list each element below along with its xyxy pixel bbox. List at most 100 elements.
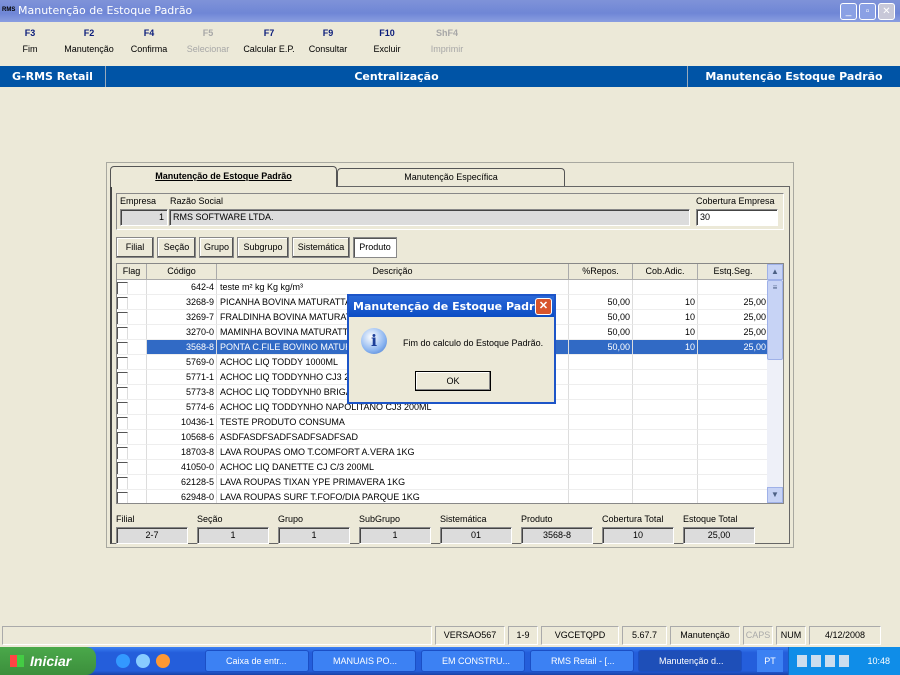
table-row[interactable]: 10568-6 ASDFASDFSADFSADFSADFSAD — [117, 430, 769, 445]
cobertura-empresa-input[interactable]: 30 — [696, 209, 778, 226]
flag-cell — [117, 475, 147, 490]
status-panel: 5.67.7 — [622, 626, 667, 645]
table-row[interactable]: 18703-8 LAVA ROUPAS OMO T.COMFORT A.VERA … — [117, 445, 769, 460]
flag-cell — [117, 295, 147, 310]
flag-checkbox[interactable] — [117, 312, 128, 324]
app-icon: RMS — [2, 7, 16, 13]
scroll-thumb[interactable]: ≡ — [767, 280, 783, 360]
dialog-close-button[interactable]: ✕ — [535, 298, 552, 315]
media-player-icon[interactable] — [156, 654, 170, 668]
column-header[interactable]: Estq.Seg. — [698, 264, 769, 280]
summary-field-cobertura-total: 10 — [602, 527, 674, 544]
repos-cell: 50,00 — [569, 325, 633, 340]
estq-seg-cell — [698, 280, 769, 295]
flag-cell — [117, 415, 147, 430]
cob-adic-cell: 10 — [633, 340, 698, 355]
flag-checkbox[interactable] — [117, 372, 128, 384]
estq-seg-cell — [698, 355, 769, 370]
toolbar-button-f10[interactable]: F10 Excluir — [357, 26, 417, 56]
flag-checkbox[interactable] — [117, 357, 128, 369]
descricao-cell: ASDFASDFSADFSADFSADFSAD — [217, 430, 569, 445]
language-indicator[interactable]: PT — [757, 650, 783, 672]
toolbar-button-f2[interactable]: F2 Manutenção — [59, 26, 119, 56]
descricao-cell: LAVA ROUPAS TIXAN YPE PRIMAVERA 1KG — [217, 475, 569, 490]
filter-button-grupo[interactable]: Grupo — [199, 237, 234, 258]
cob-adic-cell — [633, 385, 698, 400]
minimize-button[interactable]: _ — [840, 3, 857, 20]
estq-seg-cell: 25,00 — [698, 310, 769, 325]
flag-cell — [117, 430, 147, 445]
column-header[interactable]: %Repos. — [569, 264, 633, 280]
ie-icon[interactable] — [116, 654, 130, 668]
codigo-cell: 5769-0 — [147, 355, 217, 370]
filter-button-sistemática[interactable]: Sistemática — [292, 237, 350, 258]
filter-button-filial[interactable]: Filial — [116, 237, 154, 258]
empresa-label: Empresa — [120, 196, 157, 206]
estq-seg-cell: 25,00 — [698, 340, 769, 355]
flag-cell — [117, 385, 147, 400]
razao-social-label: Razão Social — [170, 196, 224, 206]
table-row[interactable]: 41050-0 ACHOC LIQ DANETTE CJ C/3 200ML — [117, 460, 769, 475]
estq-seg-cell — [698, 370, 769, 385]
filter-button-subgrupo[interactable]: Subgrupo — [237, 237, 289, 258]
estq-seg-cell — [698, 490, 769, 503]
filter-button-seção[interactable]: Seção — [157, 237, 196, 258]
flag-checkbox[interactable] — [117, 402, 128, 414]
summary-field-estoque-total: 25,00 — [683, 527, 755, 544]
taskbar-item[interactable]: EM CONSTRU... — [421, 650, 525, 672]
flag-checkbox[interactable] — [117, 282, 128, 294]
toolbar-button-f9[interactable]: F9 Consultar — [298, 26, 358, 56]
maximize-button[interactable]: ▫ — [859, 3, 876, 20]
taskbar-item[interactable]: RMS Retail - [... — [530, 650, 634, 672]
toolbar-button-f4[interactable]: F4 Confirma — [119, 26, 179, 56]
toolbar-key: ShF4 — [435, 28, 458, 38]
status-empty — [2, 626, 432, 645]
flag-checkbox[interactable] — [117, 492, 128, 503]
status-panel: VERSAO567 — [435, 626, 505, 645]
codigo-cell: 10436-1 — [147, 415, 217, 430]
taskbar-item[interactable]: MANUAIS PO... — [312, 650, 416, 672]
column-header[interactable]: Flag — [117, 264, 147, 280]
tab-estoque-padrao[interactable]: Manutenção de Estoque Padrão — [110, 166, 337, 187]
start-button[interactable]: Iniciar — [0, 647, 96, 675]
taskbar-item[interactable]: Caixa de entr... — [205, 650, 309, 672]
taskbar-item[interactable]: Manutenção d... — [638, 650, 742, 672]
column-header[interactable]: Código — [147, 264, 217, 280]
toolbar-button-f7[interactable]: F7 Calcular E.P. — [239, 26, 299, 56]
filter-button-produto[interactable]: Produto — [353, 237, 397, 258]
summary-field-sistem-tica: 01 — [440, 527, 512, 544]
summary-field-filial: 2-7 — [116, 527, 188, 544]
table-row[interactable]: 642-4 teste m² kg Kg kg/m³ — [117, 280, 769, 295]
banner-right: Manutenção Estoque Padrão — [687, 66, 900, 87]
scroll-down-button[interactable]: ▼ — [767, 487, 783, 503]
table-row[interactable]: 10436-1 TESTE PRODUTO CONSUMA — [117, 415, 769, 430]
summary-label-subgrupo: SubGrupo — [359, 514, 401, 524]
column-header[interactable]: Descrição — [217, 264, 569, 280]
flag-checkbox[interactable] — [117, 417, 128, 429]
flag-checkbox[interactable] — [117, 462, 128, 474]
tab-manutencao-especifica[interactable]: Manutenção Específica — [337, 168, 565, 186]
cobertura-empresa-label: Cobertura Empresa — [696, 196, 775, 206]
codigo-cell: 3568-8 — [147, 340, 217, 355]
flag-checkbox[interactable] — [117, 327, 128, 339]
repos-cell — [569, 385, 633, 400]
flag-checkbox[interactable] — [117, 477, 128, 489]
flag-checkbox[interactable] — [117, 447, 128, 459]
table-row[interactable]: 62128-5 LAVA ROUPAS TIXAN YPE PRIMAVERA 1… — [117, 475, 769, 490]
column-header[interactable]: Cob.Adic. — [633, 264, 698, 280]
toolbar-button-f3[interactable]: F3 Fim — [0, 26, 60, 56]
vertical-scrollbar[interactable]: ▲ ≡ ▼ — [767, 264, 783, 503]
outlook-icon[interactable] — [136, 654, 150, 668]
codigo-cell: 10568-6 — [147, 430, 217, 445]
flag-checkbox[interactable] — [117, 387, 128, 399]
flag-checkbox[interactable] — [117, 342, 128, 354]
flag-checkbox[interactable] — [117, 432, 128, 444]
flag-checkbox[interactable] — [117, 297, 128, 309]
close-button[interactable]: ✕ — [878, 3, 895, 20]
status-panel: VGCETQPD — [541, 626, 619, 645]
status-panel: CAPS — [743, 626, 773, 645]
toolbar-key: F7 — [263, 28, 275, 38]
table-row[interactable]: 62948-0 LAVA ROUPAS SURF T.FOFO/DIA PARQU… — [117, 490, 769, 503]
scroll-up-button[interactable]: ▲ — [767, 264, 783, 280]
ok-button[interactable]: OK — [415, 371, 491, 391]
